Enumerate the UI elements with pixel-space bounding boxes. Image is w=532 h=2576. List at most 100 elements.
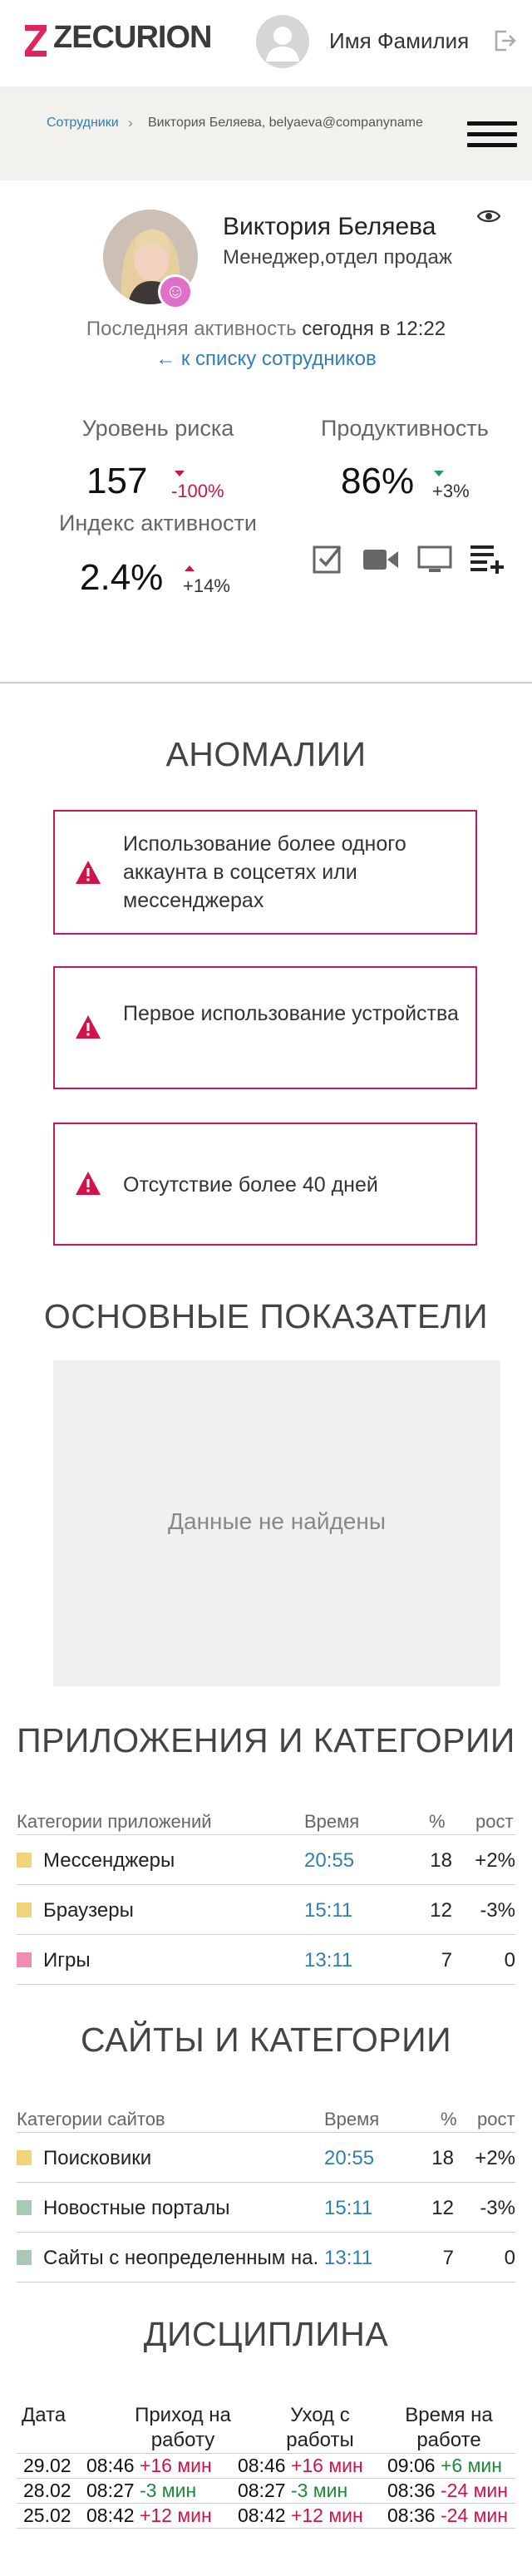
apps-col-time: Время: [304, 1811, 360, 1832]
apps-row-time: 20:55: [304, 1849, 355, 1872]
discipline-row-out: 08:42 +12 мин: [238, 2504, 363, 2527]
sites-row-growth: 0: [504, 2247, 515, 2269]
anomaly-card[interactable]: Первое использование устройства: [53, 966, 477, 1089]
out-time: 08:27: [238, 2480, 286, 2501]
apps-row-name[interactable]: Игры: [43, 1949, 91, 1972]
table-divider: [17, 1884, 515, 1885]
logo-text[interactable]: ZECURION: [53, 20, 212, 56]
trend-up-icon: [185, 565, 195, 571]
discipline-row-total: 08:36 -24 мин: [387, 2504, 508, 2527]
category-color-swatch: [17, 1952, 32, 1967]
breadcrumb: Сотрудники › Виктория Беляева, belyaeva@…: [0, 87, 532, 180]
breadcrumb-employees-link[interactable]: Сотрудники: [47, 116, 119, 131]
table-divider: [17, 2453, 515, 2454]
anomaly-text: Первое использование устройства: [123, 1002, 459, 1025]
logout-icon[interactable]: [492, 28, 517, 53]
discipline-col-total: Время на работе: [405, 2404, 493, 2451]
zecurion-logo-icon: [25, 25, 47, 57]
discipline-row-total: 08:36 -24 мин: [387, 2480, 508, 2502]
out-delta: +12 мин: [290, 2504, 363, 2526]
discipline-row-out: 08:46 +16 мин: [238, 2455, 363, 2477]
main-indicators-title: ОСНОВНЫЕ ПОКАЗАТЕЛИ: [43, 1297, 489, 1335]
in-delta: -3 мин: [139, 2480, 197, 2501]
discipline-row-total: 09:06 +6 мин: [387, 2455, 502, 2477]
apps-row-pct: 12: [430, 1899, 452, 1922]
discipline-title: ДИСЦИПЛИНА: [143, 2315, 389, 2353]
in-delta: +16 мин: [139, 2455, 212, 2476]
user-name[interactable]: Имя Фамилия: [329, 28, 469, 54]
category-color-swatch: [17, 1902, 32, 1917]
apps-col-pct: %: [429, 1811, 446, 1832]
employee-position: Менеджер,отдел продаж: [223, 246, 452, 269]
sites-title: САЙТЫ И КАТЕГОРИИ: [80, 2021, 452, 2059]
apps-row-growth: -3%: [480, 1899, 515, 1922]
in-time: 08:46: [86, 2455, 135, 2476]
productivity-value: 86%: [341, 461, 415, 501]
trend-indicator-icon: [434, 471, 444, 476]
sites-row-time: 13:11: [324, 2247, 373, 2269]
back-link-label[interactable]: к списку сотрудников: [181, 348, 377, 370]
table-divider: [17, 1984, 515, 1985]
anomalies-title: АНОМАЛИИ: [165, 735, 367, 773]
out-time: 08:46: [238, 2455, 286, 2476]
apps-row-time: 13:11: [304, 1949, 353, 1971]
apps-row-pct: 18: [430, 1849, 452, 1872]
in-time: 08:27: [86, 2480, 135, 2501]
sites-row-growth: +2%: [475, 2147, 515, 2169]
total-delta: +6 мин: [440, 2455, 502, 2476]
apps-row-time: 15:11: [304, 1899, 353, 1922]
sites-row-name[interactable]: Сайты с неопределенным на...: [43, 2247, 318, 2270]
anomaly-card[interactable]: Использование более одного аккаунта в со…: [53, 810, 477, 935]
anomaly-card[interactable]: Отсутствие более 40 дней: [53, 1123, 477, 1246]
anomaly-text: Использование более одного аккаунта в со…: [123, 832, 406, 912]
out-time: 08:42: [238, 2504, 286, 2526]
hamburger-menu-icon[interactable]: [467, 121, 517, 150]
table-divider: [17, 2528, 515, 2529]
apps-row-name[interactable]: Браузеры: [43, 1899, 134, 1922]
eye-icon[interactable]: [477, 208, 500, 225]
app-header: ZECURION Имя Фамилия: [0, 0, 532, 87]
category-color-swatch: [17, 1853, 32, 1868]
discipline-row-in: 08:42 +12 мин: [86, 2504, 212, 2527]
sites-row-name[interactable]: Поисковики: [43, 2147, 151, 2170]
out-delta: -3 мин: [290, 2480, 348, 2501]
out-delta: +16 мин: [290, 2455, 363, 2476]
anomaly-text: Отсутствие более 40 дней: [123, 1173, 378, 1197]
back-to-employees-link[interactable]: ← к списку сотрудников: [0, 348, 532, 371]
in-delta: +12 мин: [139, 2504, 212, 2526]
warning-icon: [76, 861, 101, 884]
checkbox-icon[interactable]: [313, 544, 342, 574]
sites-row-time: 20:55: [324, 2147, 375, 2169]
sites-col-time: Время: [324, 2109, 380, 2129]
in-time: 08:42: [86, 2504, 135, 2526]
apps-row-name[interactable]: Мессенджеры: [43, 1849, 175, 1873]
sites-row-pct: 18: [431, 2147, 454, 2169]
apps-col-category: Категории приложений: [17, 1811, 212, 1832]
sites-col-category: Категории сайтов: [17, 2109, 165, 2129]
discipline-row-date: 25.02: [23, 2504, 71, 2526]
user-avatar[interactable]: [256, 15, 309, 68]
discipline-col-date: Дата: [22, 2404, 66, 2426]
risk-label: Уровень риска: [81, 416, 234, 441]
risk-value: 157: [86, 461, 148, 501]
playlist-add-icon[interactable]: [469, 542, 505, 575]
sites-row-name[interactable]: Новостные порталы: [43, 2197, 230, 2220]
activity-index-delta: +14%: [183, 575, 230, 596]
discipline-row-out: 08:27 -3 мин: [238, 2480, 347, 2502]
sites-row-growth: -3%: [480, 2197, 515, 2219]
risk-delta: -100%: [171, 481, 224, 501]
warning-icon: [76, 1172, 101, 1195]
productivity-label: Продуктивность: [321, 416, 489, 441]
monitor-icon[interactable]: [417, 545, 452, 574]
total-time: 08:36: [387, 2480, 436, 2501]
main-indicators-empty: Данные не найдены: [53, 1360, 500, 1686]
video-camera-icon[interactable]: [362, 547, 399, 572]
total-time: 09:06: [387, 2455, 436, 2476]
apps-col-growth: рост: [475, 1811, 514, 1832]
total-delta: -24 мин: [440, 2480, 508, 2501]
table-divider: [17, 1834, 515, 1835]
productivity-delta: +3%: [432, 481, 470, 501]
sites-row-pct: 12: [431, 2197, 454, 2219]
apps-row-growth: 0: [504, 1949, 515, 1971]
discipline-row-in: 08:46 +16 мин: [86, 2455, 212, 2477]
